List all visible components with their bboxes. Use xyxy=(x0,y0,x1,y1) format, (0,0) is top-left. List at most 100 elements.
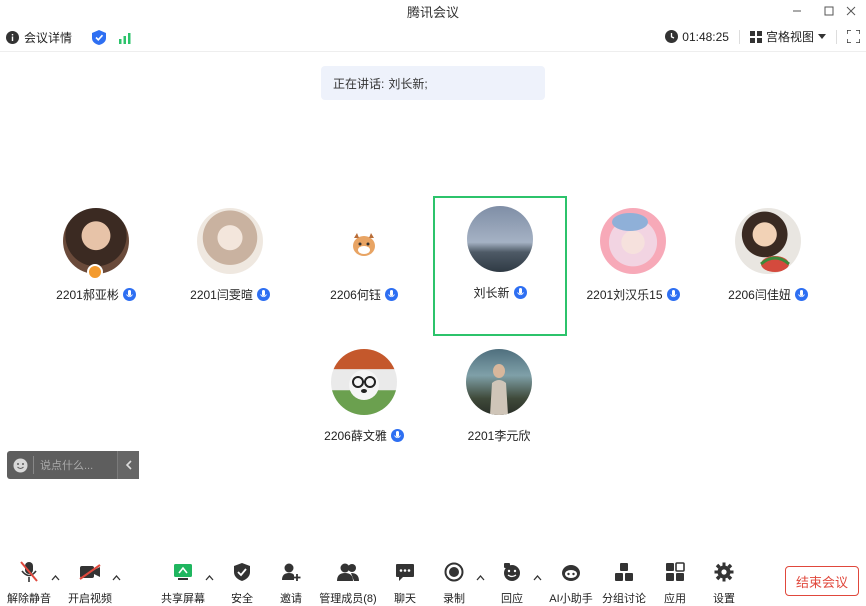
avatar xyxy=(331,208,397,274)
chevron-up-icon xyxy=(533,575,541,581)
participant-name: 2206薛文雅 xyxy=(324,429,387,443)
speaking-names: 刘长新; xyxy=(388,76,428,91)
ai-assistant-label: AI小助手 xyxy=(549,593,593,605)
title-bar: 腾讯会议 xyxy=(0,0,866,22)
close-button[interactable] xyxy=(836,0,866,22)
participant-tile[interactable]: 2201刘汉乐15 xyxy=(566,198,700,338)
chevron-up-icon xyxy=(112,575,120,581)
participant-name: 刘长新 xyxy=(473,286,510,300)
avatar xyxy=(197,208,263,274)
participant-name: 2201闫雯暄 xyxy=(190,288,253,302)
share-screen-icon xyxy=(174,564,192,580)
audio-options-caret[interactable] xyxy=(49,572,61,584)
timer-value: 01:48:25 xyxy=(682,29,729,44)
mic-icon xyxy=(390,429,404,442)
record-icon xyxy=(444,562,464,582)
members-icon xyxy=(337,563,359,581)
bottom-toolbar: 解除静音 开启视频 共享屏幕 安全 邀请 管理成员(8) 聊天 录制 回应 AI… xyxy=(0,556,866,606)
apps-icon xyxy=(666,562,685,581)
participant-tile-active-speaker[interactable]: 刘长新 xyxy=(433,196,567,336)
mic-muted-icon xyxy=(20,561,38,582)
signal-icon[interactable] xyxy=(118,32,132,44)
chat-input-bar[interactable]: 说点什么... xyxy=(7,451,139,479)
participant-name: 2206闫佳妞 xyxy=(728,288,791,302)
participant-name: 2201刘汉乐15 xyxy=(586,288,663,302)
participant-tile[interactable]: 2201李元欣 xyxy=(432,339,566,479)
view-mode-button[interactable]: 宫格视图 xyxy=(749,28,826,45)
participant-tile[interactable]: 2206何钰 xyxy=(297,198,431,338)
breakout-button[interactable]: 分组讨论 xyxy=(596,560,652,606)
record-label: 录制 xyxy=(443,593,465,605)
security-label: 安全 xyxy=(231,593,253,605)
breakout-label: 分组讨论 xyxy=(602,593,646,605)
view-mode-label: 宫格视图 xyxy=(765,30,814,44)
add-user-icon xyxy=(282,563,301,581)
avatar xyxy=(600,208,666,274)
speaking-banner: 正在讲话: 刘长新; xyxy=(321,66,545,100)
security-button[interactable]: 安全 xyxy=(214,560,270,606)
participant-tile[interactable]: 2201闫雯暄 xyxy=(163,198,297,338)
minimize-button[interactable] xyxy=(782,0,812,22)
video-options-caret[interactable] xyxy=(110,572,122,584)
chat-button[interactable]: 聊天 xyxy=(377,560,433,606)
invite-label: 邀请 xyxy=(280,593,302,605)
breakout-icon xyxy=(615,563,633,581)
participant-name: 2201李元欣 xyxy=(467,429,531,443)
participant-name: 2206何钰 xyxy=(330,288,381,302)
emoji-button[interactable] xyxy=(7,451,33,479)
grid-view-icon xyxy=(749,30,762,43)
reaction-options-caret[interactable] xyxy=(531,572,543,584)
info-icon xyxy=(6,31,19,44)
participant-tile[interactable]: 2201郝亚彬 xyxy=(29,198,163,338)
participant-name: 2201郝亚彬 xyxy=(56,288,119,302)
mic-icon xyxy=(794,288,808,301)
avatar xyxy=(467,206,533,272)
chat-icon xyxy=(396,563,414,581)
avatar xyxy=(466,349,532,415)
shield-icon[interactable] xyxy=(92,30,107,45)
mic-icon xyxy=(384,288,398,301)
collapse-chat-button[interactable] xyxy=(117,451,139,479)
host-badge-icon xyxy=(87,264,103,280)
fullscreen-icon[interactable] xyxy=(847,30,860,43)
chevron-down-icon xyxy=(818,33,826,39)
avatar xyxy=(331,349,397,415)
chat-input-placeholder[interactable]: 说点什么... xyxy=(34,457,117,473)
share-screen-label: 共享屏幕 xyxy=(161,593,205,605)
mic-icon xyxy=(122,288,136,301)
chat-label: 聊天 xyxy=(394,593,416,605)
invite-button[interactable]: 邀请 xyxy=(263,560,319,606)
participant-tile[interactable]: 2206薛文雅 xyxy=(297,339,431,479)
emoji-icon xyxy=(13,458,27,472)
speaking-label: 正在讲话: xyxy=(333,76,385,91)
settings-label: 设置 xyxy=(713,593,735,605)
meeting-info-button[interactable]: 会议详情 xyxy=(6,29,72,46)
apps-button[interactable]: 应用 xyxy=(647,560,703,606)
participant-tile[interactable]: 2206闫佳妞 xyxy=(701,198,835,338)
chevron-up-icon xyxy=(51,575,59,581)
apps-label: 应用 xyxy=(664,593,686,605)
timer: 01:48:25 xyxy=(665,30,729,44)
minimize-icon xyxy=(793,10,801,12)
ai-assistant-button[interactable]: AI小助手 xyxy=(543,560,599,606)
mic-icon xyxy=(666,288,680,301)
unmute-label: 解除静音 xyxy=(7,593,51,605)
info-bar: 会议详情 01:48:25 宫格视图 xyxy=(0,24,866,52)
shield-check-icon xyxy=(234,563,250,581)
manage-members-label: 管理成员(8) xyxy=(319,593,377,605)
clock-icon xyxy=(665,30,679,43)
gear-icon xyxy=(714,562,734,582)
video-off-icon xyxy=(79,564,101,580)
mic-icon xyxy=(256,288,270,301)
reply-label: 回应 xyxy=(501,593,523,605)
mic-icon xyxy=(513,286,527,299)
start-video-label: 开启视频 xyxy=(68,593,112,605)
window-title: 腾讯会议 xyxy=(406,4,459,20)
end-meeting-button[interactable]: 结束会议 xyxy=(785,566,859,596)
avatar xyxy=(735,208,801,274)
maximize-icon xyxy=(824,6,834,16)
reaction-icon xyxy=(504,563,520,581)
manage-members-button[interactable]: 管理成员(8) xyxy=(319,560,377,606)
settings-button[interactable]: 设置 xyxy=(696,560,752,606)
ai-assistant-icon xyxy=(562,565,580,581)
